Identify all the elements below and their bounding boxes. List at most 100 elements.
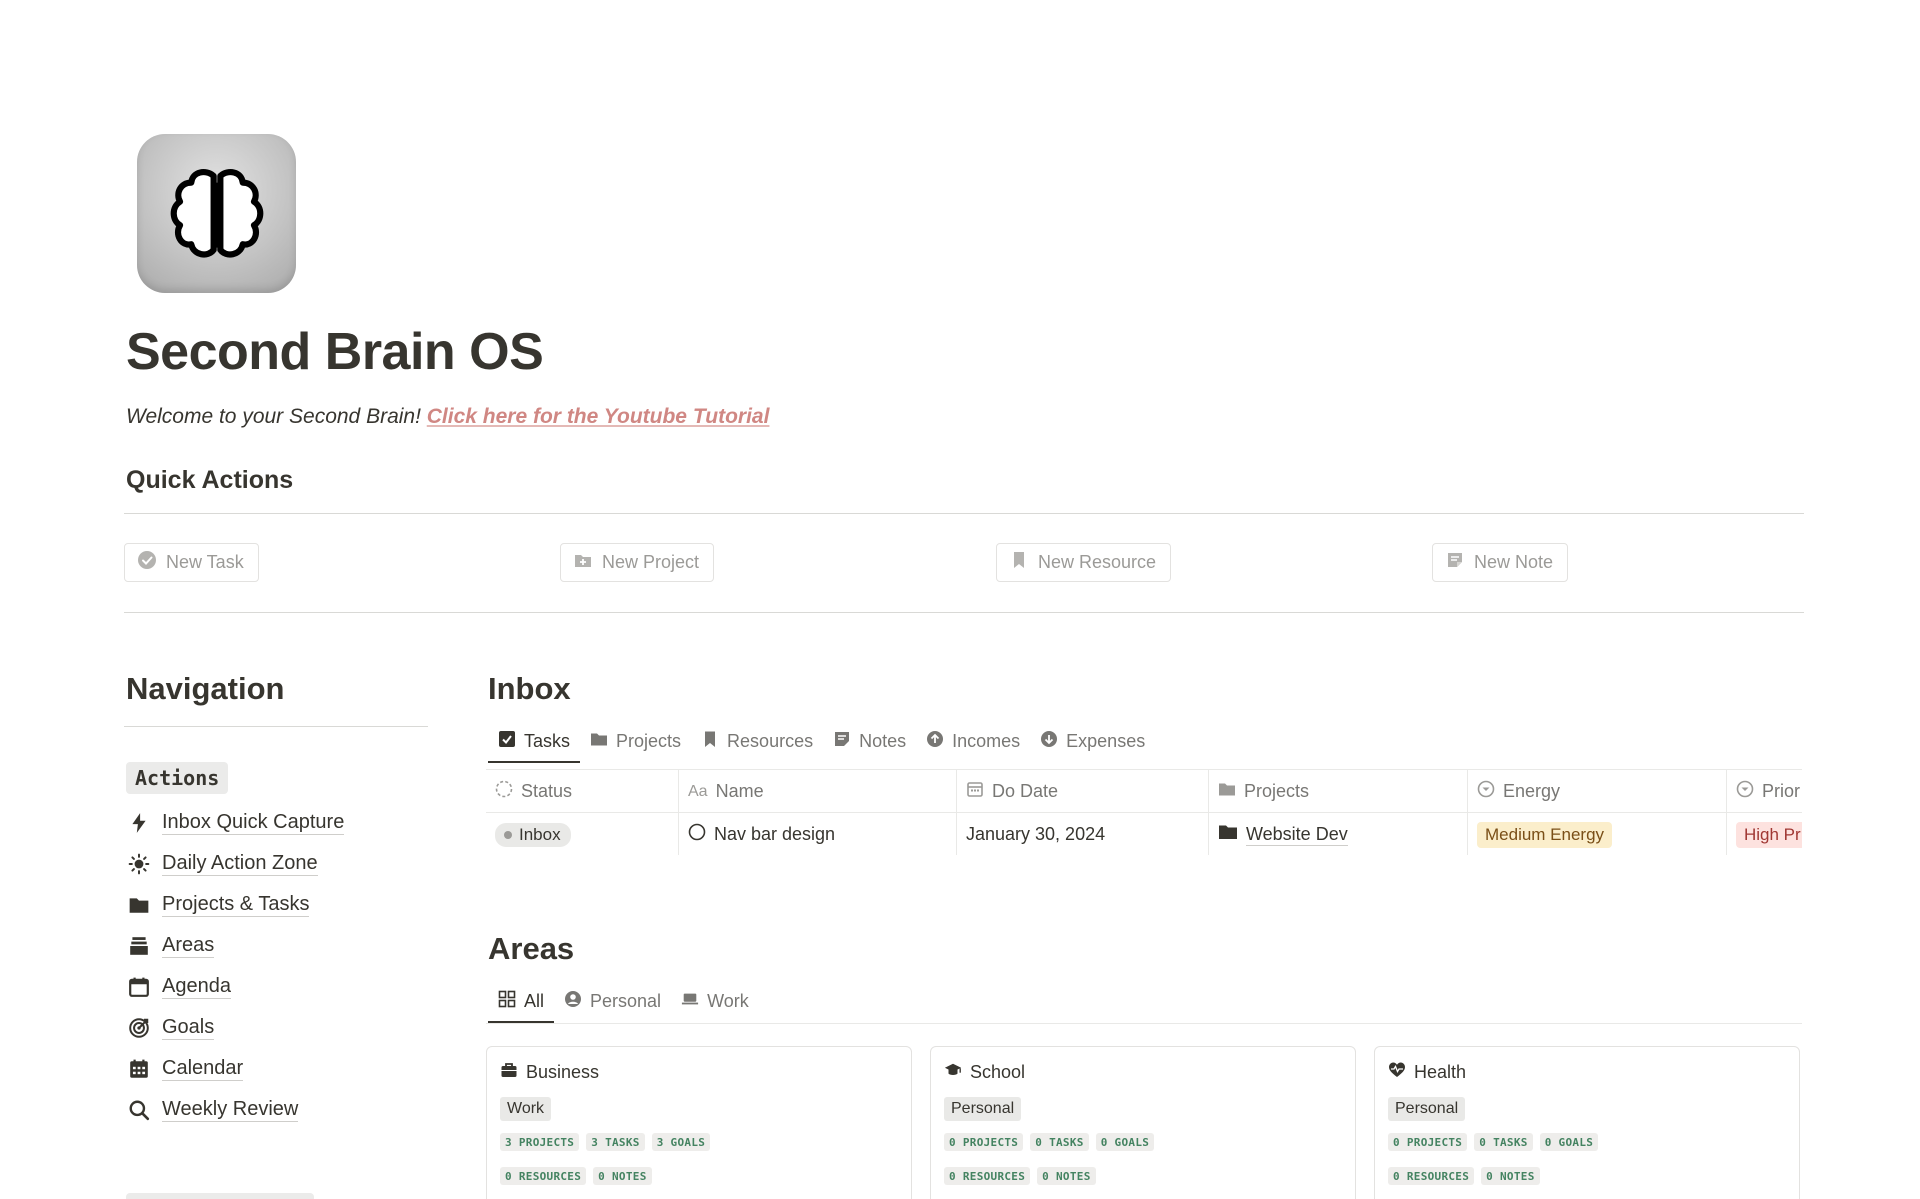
tab-personal[interactable]: Personal — [554, 981, 671, 1022]
tab-label: Personal — [590, 991, 662, 1011]
column-header-do-date[interactable]: Do Date — [957, 770, 1209, 813]
project-link[interactable]: Website Dev — [1246, 823, 1348, 846]
tab-label: Notes — [859, 731, 907, 751]
new-note-button[interactable]: New Note — [1432, 543, 1569, 582]
card-badges-row-1: 0 PROJECTS 0 TASKS 0 GOALS — [944, 1133, 1155, 1151]
actions-section-label: Actions — [126, 762, 229, 794]
task-circle-icon[interactable] — [688, 823, 706, 846]
column-label: Do Date — [992, 781, 1059, 801]
column-label: Status — [521, 781, 573, 801]
card-name: Business — [526, 1062, 600, 1082]
calendar-icon — [966, 780, 984, 803]
card-badges-row-2: 0 RESOURCES 0 NOTES — [944, 1167, 1096, 1185]
inbox-heading: Inbox — [488, 671, 571, 706]
tab-label: All — [524, 991, 545, 1011]
navigation-list: Inbox Quick Capture Daily Action Zone Pr… — [126, 802, 426, 1130]
sun-icon — [126, 851, 152, 877]
nav-item-label: Agenda — [162, 975, 231, 999]
new-task-button[interactable]: New Task — [124, 543, 259, 582]
page: Second Brain OS Welcome to your Second B… — [0, 0, 1920, 1199]
do-date-value: January 30, 2024 — [966, 824, 1106, 844]
nav-item-projects-tasks[interactable]: Projects & Tasks — [126, 884, 426, 925]
cell-energy[interactable]: Medium Energy — [1468, 813, 1727, 855]
card-tag: Work — [500, 1097, 552, 1121]
nav-item-daily-action-zone[interactable]: Daily Action Zone — [126, 843, 426, 884]
nav-item-inbox-quick-capture[interactable]: Inbox Quick Capture — [126, 802, 426, 843]
new-project-label: New Project — [602, 552, 700, 572]
column-header-priority[interactable]: Prior — [1727, 770, 1802, 813]
new-project-button[interactable]: New Project — [560, 543, 715, 582]
laptop-icon — [681, 990, 699, 1013]
stack-icon — [126, 933, 152, 959]
calendar-grid-icon — [126, 1056, 152, 1082]
tab-incomes[interactable]: Incomes — [916, 721, 1030, 762]
column-header-projects[interactable]: Projects — [1209, 770, 1468, 813]
tab-projects[interactable]: Projects — [580, 721, 691, 762]
quick-actions-heading: Quick Actions — [126, 466, 294, 494]
cell-status[interactable]: Inbox — [486, 813, 679, 855]
cell-priority[interactable]: High Pr — [1727, 813, 1802, 855]
folder-icon — [590, 730, 608, 753]
folder-icon — [126, 892, 152, 918]
folder-icon — [1218, 823, 1238, 846]
nav-item-calendar[interactable]: Calendar — [126, 1048, 426, 1089]
bookmark-icon — [1009, 550, 1029, 575]
tab-tasks[interactable]: Tasks — [488, 721, 581, 763]
notes-count-badge: 0 NOTES — [1037, 1167, 1096, 1185]
nav-item-areas[interactable]: Areas — [126, 925, 426, 966]
nav-item-goals[interactable]: Goals — [126, 1007, 426, 1048]
bolt-icon — [126, 810, 152, 836]
page-title: Second Brain OS — [126, 323, 544, 381]
youtube-tutorial-link[interactable]: Click here for the Youtube Tutorial — [427, 405, 770, 428]
cell-projects[interactable]: Website Dev — [1209, 813, 1468, 855]
new-resource-button[interactable]: New Resource — [996, 543, 1172, 582]
column-header-name[interactable]: Aa Name — [679, 770, 957, 813]
tasks-count-badge: 0 TASKS — [1030, 1133, 1089, 1151]
notes-count-badge: 0 NOTES — [1481, 1167, 1540, 1185]
cell-name[interactable]: Nav bar design — [679, 813, 957, 855]
briefcase-icon — [500, 1061, 518, 1084]
card-name: Health — [1414, 1062, 1467, 1082]
card-title: Business — [500, 1061, 599, 1084]
areas-tabs: All Personal Work — [488, 981, 759, 1023]
tab-notes[interactable]: Notes — [823, 721, 916, 762]
nav-item-label: Projects & Tasks — [162, 893, 310, 917]
column-label: Prior — [1762, 781, 1801, 801]
new-task-label: New Task — [166, 552, 244, 572]
area-card-health[interactable]: Health Personal 0 PROJECTS 0 TASKS 0 GOA… — [1374, 1046, 1800, 1199]
table-row[interactable]: Inbox Nav bar design January 30, 2024 We… — [486, 813, 1802, 855]
nav-item-label: Daily Action Zone — [162, 852, 318, 876]
task-name: Nav bar design — [714, 824, 836, 844]
nav-item-weekly-review[interactable]: Weekly Review — [126, 1089, 426, 1130]
navigation-heading: Navigation — [126, 671, 285, 706]
card-badges-row-1: 0 PROJECTS 0 TASKS 0 GOALS — [1388, 1133, 1599, 1151]
inbox-tabs: Tasks Projects Resources Notes Incomes E… — [488, 721, 1155, 763]
tab-resources[interactable]: Resources — [691, 721, 823, 762]
select-icon — [1736, 780, 1754, 803]
heart-pulse-icon — [1388, 1061, 1406, 1084]
tab-all[interactable]: All — [488, 981, 555, 1023]
projects-count-badge: 3 PROJECTS — [500, 1133, 580, 1151]
resources-count-badge: 0 RESOURCES — [944, 1167, 1031, 1185]
area-card-school[interactable]: School Personal 0 PROJECTS 0 TASKS 0 GOA… — [930, 1046, 1356, 1199]
status-icon — [495, 780, 513, 803]
areas-tabs-divider — [486, 1023, 1802, 1024]
nav-item-label: Inbox Quick Capture — [162, 811, 345, 835]
tab-expenses[interactable]: Expenses — [1030, 721, 1155, 762]
tasks-count-badge: 3 TASKS — [586, 1133, 645, 1151]
tab-label: Work — [707, 991, 749, 1011]
tab-work[interactable]: Work — [671, 981, 759, 1022]
quick-actions-bottom-divider — [124, 612, 1804, 613]
grid-icon — [498, 990, 516, 1013]
bookmark-icon — [701, 730, 719, 753]
energy-badge: Medium Energy — [1477, 821, 1613, 848]
cell-do-date[interactable]: January 30, 2024 — [957, 813, 1209, 855]
note-icon — [833, 730, 851, 753]
column-header-energy[interactable]: Energy — [1468, 770, 1727, 813]
nav-item-agenda[interactable]: Agenda — [126, 966, 426, 1007]
card-badges-row-2: 0 RESOURCES 0 NOTES — [1388, 1167, 1540, 1185]
area-card-business[interactable]: Business Work 3 PROJECTS 3 TASKS 3 GOALS… — [486, 1046, 912, 1199]
brain-icon[interactable] — [137, 134, 296, 293]
welcome-message: Welcome to your Second Brain! — [126, 405, 427, 428]
column-header-status[interactable]: Status — [486, 770, 679, 813]
